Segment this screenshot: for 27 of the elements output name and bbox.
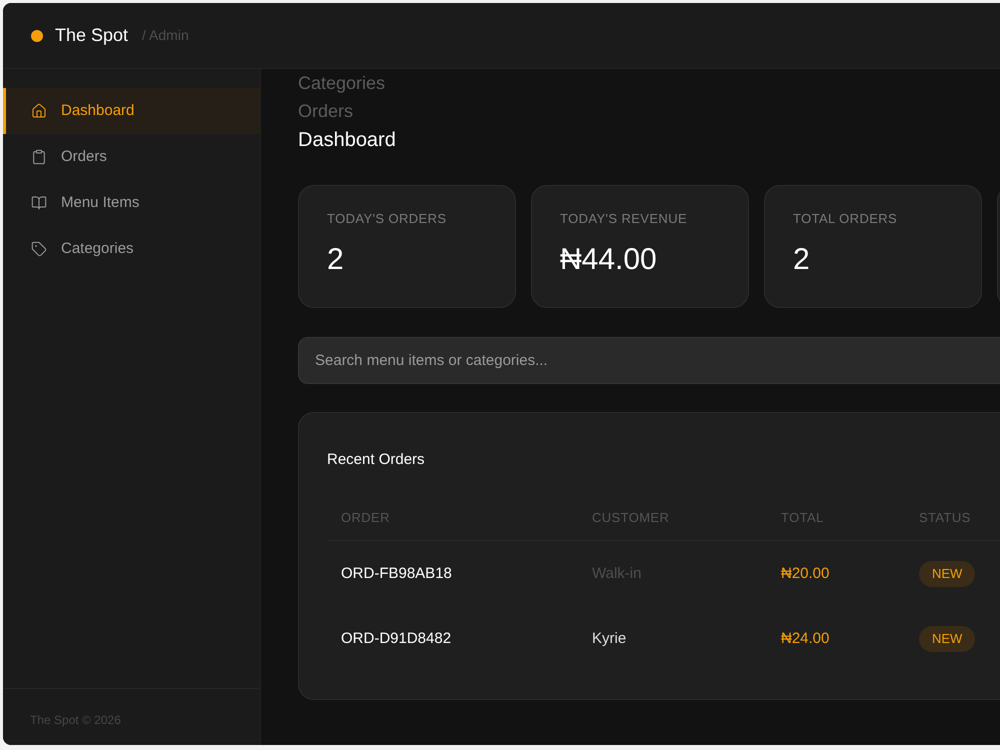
page-title: Dashboard — [298, 128, 396, 153]
sidebar-item[interactable]: Dashboard — [3, 88, 260, 134]
order-id: ORD-D91D8482 — [341, 630, 452, 646]
status-badge: NEW — [919, 560, 976, 586]
page-title: Categories — [298, 72, 386, 95]
card-title: Recent Orders — [327, 450, 425, 470]
house-icon — [31, 103, 47, 119]
stat-value: 2 — [793, 242, 811, 278]
brand-name: The Spot — [55, 24, 128, 47]
clipboard-icon — [31, 149, 47, 165]
stat-label: TODAY'S ORDERS — [327, 210, 448, 228]
order-total: ₦24.00 — [781, 630, 830, 646]
book-icon — [31, 195, 47, 211]
order-total: ₦20.00 — [781, 564, 830, 582]
sidebar-item[interactable]: Menu Items — [3, 180, 260, 226]
customer-name: Kyrie — [592, 630, 626, 646]
order-id: ORD-FB98AB18 — [341, 564, 452, 582]
stat-label: TODAY'S REVENUE — [560, 210, 688, 228]
stat-value: 2 — [327, 242, 345, 278]
page-title: Orders — [298, 100, 354, 123]
search-field[interactable]: Search menu items or categories... — [298, 337, 1000, 384]
stat-value: ₦44.00 — [560, 242, 658, 278]
status-badge: NEW — [919, 626, 976, 652]
tag-icon — [31, 241, 47, 257]
sidebar-item[interactable]: Orders — [3, 134, 260, 180]
stat-label: TOTAL ORDERS — [793, 210, 898, 228]
sidebar-item[interactable]: Categories — [3, 226, 260, 272]
